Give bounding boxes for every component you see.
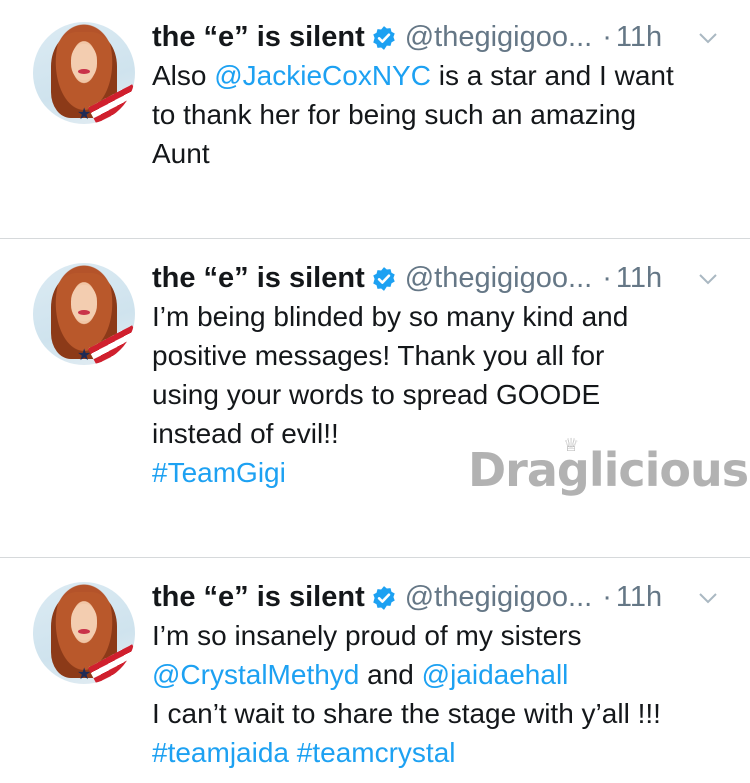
verified-badge-icon — [373, 26, 395, 50]
user-handle[interactable]: @thegigigoo... — [405, 262, 592, 295]
tweet-line: #teamjaida #teamcrystal — [152, 733, 732, 772]
hashtag-link[interactable]: #teamcrystal — [297, 737, 456, 768]
tweet-text-segment: Aunt — [152, 138, 210, 169]
avatar[interactable]: ★ — [33, 582, 135, 684]
user-handle[interactable]: @thegigigoo... — [405, 581, 592, 614]
tweet-line: using your words to spread GOODE — [152, 375, 732, 414]
tweet-1[interactable]: ★ the “e” is silent @thegigigoo... · 11h… — [0, 0, 750, 238]
avatar-face — [71, 604, 97, 640]
tweet-text-segment: instead of evil!! — [152, 418, 339, 449]
watermark-text: Draglicious — [468, 443, 749, 497]
tweet-line: positive messages! Thank you all for — [152, 336, 732, 375]
avatar-lips — [78, 629, 90, 634]
tweet-text-segment — [289, 737, 297, 768]
chevron-down-icon[interactable] — [698, 591, 718, 605]
tweet-header: the “e” is silent @thegigigoo... · 11h — [152, 577, 662, 617]
crown-icon: ♕ — [563, 435, 579, 456]
tweet-text-segment: Also — [152, 60, 215, 91]
tweet-line: Aunt — [152, 134, 732, 173]
separator-dot: · — [602, 261, 612, 294]
tweet-text-segment: I can’t wait to share the stage with y’a… — [152, 698, 661, 729]
avatar[interactable]: ★ — [33, 263, 135, 365]
star-icon: ★ — [77, 666, 92, 683]
display-name[interactable]: the “e” is silent — [152, 21, 365, 54]
verified-badge-icon — [373, 586, 395, 610]
avatar-face — [71, 44, 97, 80]
tweet-text-segment: to thank her for being such an amazing — [152, 99, 637, 130]
timestamp[interactable]: 11h — [616, 262, 662, 295]
tweet-line: I can’t wait to share the stage with y’a… — [152, 694, 732, 733]
display-name[interactable]: the “e” is silent — [152, 581, 365, 614]
hashtag-link[interactable]: #TeamGigi — [152, 457, 286, 488]
tweet-text-segment: I’m being blinded by so many kind and — [152, 301, 629, 332]
tweet-line: Also @JackieCoxNYC is a star and I want — [152, 56, 732, 95]
avatar-face — [71, 285, 97, 321]
tweet-text-segment: I’m so insanely proud of my sisters — [152, 620, 582, 651]
verified-badge-icon — [373, 267, 395, 291]
star-icon: ★ — [77, 347, 92, 364]
tweet-text-segment: and — [359, 659, 422, 690]
star-icon: ★ — [77, 106, 92, 123]
separator-dot: · — [602, 580, 612, 613]
timestamp[interactable]: 11h — [616, 21, 662, 54]
tweet-text-segment: is a star and I want — [430, 60, 674, 91]
tweet-text-segment: using your words to spread GOODE — [152, 379, 601, 410]
mention-link[interactable]: @CrystalMethyd — [152, 659, 359, 690]
mention-link[interactable]: @jaidaehall — [422, 659, 569, 690]
tweet-text-segment: positive messages! Thank you all for — [152, 340, 605, 371]
hashtag-link[interactable]: #teamjaida — [152, 737, 289, 768]
display-name[interactable]: the “e” is silent — [152, 262, 365, 295]
timestamp[interactable]: 11h — [616, 581, 662, 614]
tweet-line: I’m being blinded by so many kind and — [152, 297, 732, 336]
tweet-text: Also @JackieCoxNYC is a star and I want t… — [152, 56, 732, 173]
tweet-3[interactable]: ★ the “e” is silent @thegigigoo... · 11h… — [0, 558, 750, 783]
tweet-header: the “e” is silent @thegigigoo... · 11h — [152, 258, 662, 298]
mention-link[interactable]: @JackieCoxNYC — [214, 60, 431, 91]
separator-dot: · — [602, 20, 612, 53]
tweet-line: to thank her for being such an amazing — [152, 95, 732, 134]
tweet-header: the “e” is silent @thegigigoo... · 11h — [152, 17, 662, 57]
avatar-lips — [78, 310, 90, 315]
avatar-lips — [78, 69, 90, 74]
tweet-line: @CrystalMethyd and @jaidaehall — [152, 655, 732, 694]
watermark-logo: ♕ Draglicious — [468, 435, 749, 513]
tweet-line: I’m so insanely proud of my sisters — [152, 616, 732, 655]
chevron-down-icon[interactable] — [698, 272, 718, 286]
tweet-text: I’m so insanely proud of my sisters @Crys… — [152, 616, 732, 772]
chevron-down-icon[interactable] — [698, 31, 718, 45]
avatar[interactable]: ★ — [33, 22, 135, 124]
user-handle[interactable]: @thegigigoo... — [405, 21, 592, 54]
